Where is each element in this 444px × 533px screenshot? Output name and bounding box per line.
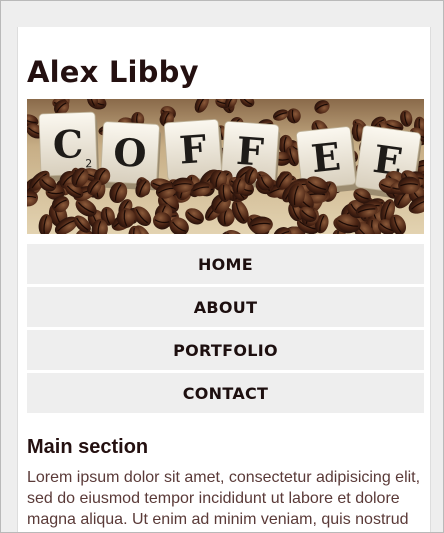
site-title: Alex Libby xyxy=(27,55,199,89)
tile-letter: E xyxy=(309,133,343,181)
nav-item-label: PORTFOLIO xyxy=(173,340,278,360)
nav-item-home[interactable]: HOME xyxy=(27,244,424,284)
nav-item-label: ABOUT xyxy=(193,297,258,317)
nav-item-about[interactable]: ABOUT xyxy=(27,287,424,327)
tile-letter: O xyxy=(112,129,147,176)
main-section-heading: Main section xyxy=(27,436,149,458)
coffee-banner-graphic: C2OFFEE xyxy=(27,99,424,234)
hero-image: C2OFFEE xyxy=(27,99,424,234)
nav-item-portfolio[interactable]: PORTFOLIO xyxy=(27,330,424,370)
browser-viewport: Alex Libby C 2 O F F E E HOME ABOUT PORT… xyxy=(0,0,444,533)
tile-letter: C xyxy=(52,121,84,167)
main-navigation: HOME ABOUT PORTFOLIO CONTACT xyxy=(27,244,424,416)
page-container: Alex Libby C 2 O F F E E HOME ABOUT PORT… xyxy=(17,27,431,532)
nav-item-contact[interactable]: CONTACT xyxy=(27,373,424,413)
main-section-body: Lorem ipsum dolor sit amet, consectetur … xyxy=(27,469,421,528)
nav-item-label: CONTACT xyxy=(182,383,269,403)
tile-letter: F xyxy=(178,126,208,173)
nav-item-label: HOME xyxy=(197,254,254,274)
